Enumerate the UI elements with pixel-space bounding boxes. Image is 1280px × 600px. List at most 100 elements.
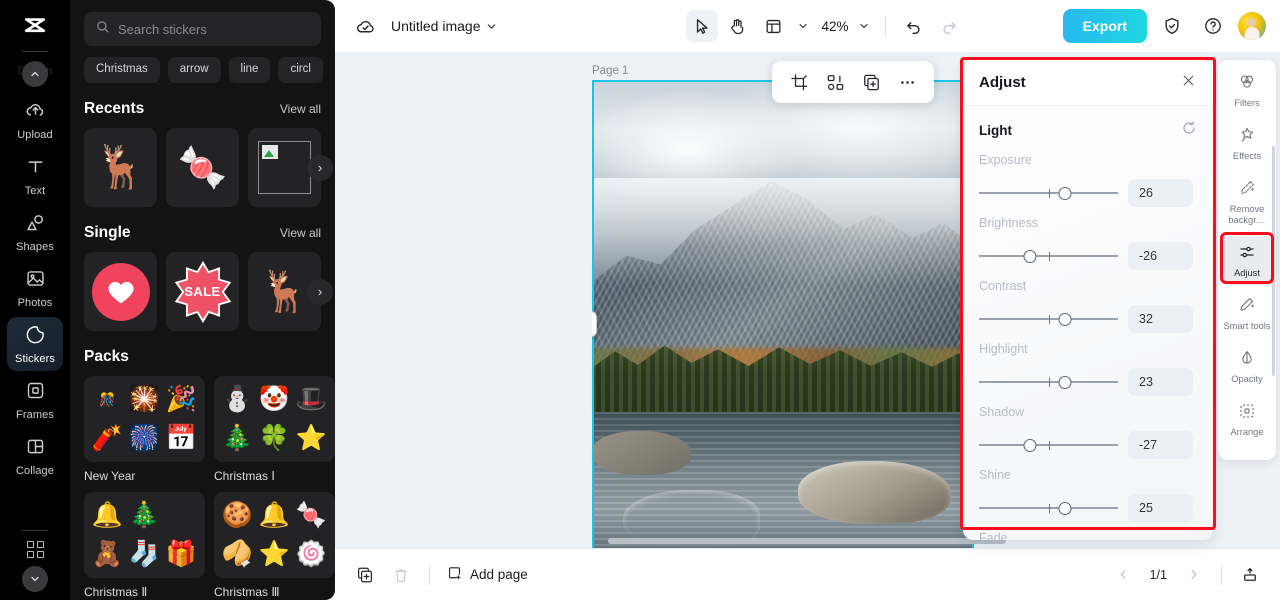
pack-item[interactable]: 🍪 🔔 🍬 🥠 ⭐ 🍥 Christmas Ⅲ [214,492,335,599]
chevron-up-icon[interactable] [22,61,48,87]
pack-thumbnail[interactable]: ⛄ 🤡 🎩 🎄 🍀 ⭐ [214,376,335,462]
ellipsis-icon[interactable] [892,67,922,97]
chevron-left-icon[interactable] [1108,559,1140,591]
chevron-down-icon[interactable] [22,566,48,592]
duplicate-page-icon[interactable] [349,559,381,591]
frames-icon [25,380,46,406]
pack-item[interactable]: 🔔 🎄 🧸 🧦 🎁 Christmas Ⅱ [84,492,205,599]
chevron-right-icon[interactable]: › [307,154,333,181]
artboard[interactable] [592,80,974,548]
slider-track-exposure[interactable] [979,185,1118,201]
zoom-level[interactable]: 42% [822,19,849,34]
slider-knob[interactable] [1058,501,1072,515]
sidebar-item-photos[interactable]: Photos [7,261,63,315]
tag-chip[interactable]: Christmas [84,57,160,83]
sticker-item[interactable]: 🦌 [84,128,157,207]
slider-knob[interactable] [1023,249,1037,263]
sticker-item-heart[interactable] [84,252,157,331]
cloud-saved-icon[interactable] [349,10,381,42]
tool-remove-background[interactable]: Remove backgr… [1220,172,1274,232]
tag-chips-row[interactable]: Christmas arrow line circl [84,57,335,83]
sidebar-item-upload[interactable]: Upload [7,93,63,147]
shield-check-icon[interactable] [1156,10,1188,42]
slider-value-brightness[interactable]: -26 [1128,242,1193,270]
question-circle-icon[interactable] [1197,10,1229,42]
pack-item[interactable]: ⛄ 🤡 🎩 🎄 🍀 ⭐ Christmas Ⅰ [214,376,335,483]
pack-thumbnail[interactable]: 🍪 🔔 🍬 🥠 ⭐ 🍥 [214,492,335,578]
search-box[interactable] [84,12,321,46]
trash-icon[interactable] [385,559,417,591]
tool-opacity[interactable]: Opacity [1220,342,1274,391]
slider-value-shadow[interactable]: -27 [1128,431,1193,459]
adjust-panel: Adjust Light Exposure 26 Brightness -26 … [963,60,1213,540]
crop-icon[interactable] [784,67,814,97]
arrange-icon [1238,402,1256,425]
slider-value-highlight[interactable]: 23 [1128,368,1193,396]
slider-knob[interactable] [1058,375,1072,389]
pack-thumbnail[interactable]: 🎊 🎇 🎉 🧨 🎆 📅 [84,376,205,462]
tool-adjust[interactable]: Adjust [1220,236,1274,285]
capcut-logo-icon[interactable] [18,10,52,44]
select-tool[interactable] [685,10,718,42]
tool-effects[interactable]: Effects [1220,119,1274,168]
document-title[interactable]: Untitled image [391,18,481,34]
tool-rail-scrollbar[interactable] [1272,146,1275,376]
layout-caret-icon[interactable] [794,10,812,42]
present-icon[interactable] [1234,559,1266,591]
sidebar-item-collage[interactable]: Collage [7,429,63,483]
tag-chip[interactable]: line [228,57,271,83]
add-page-button[interactable]: Add page [446,565,528,585]
slider-value-exposure[interactable]: 26 [1128,179,1193,207]
tool-arrange[interactable]: Arrange [1220,395,1274,444]
tool-smart-tools[interactable]: Smart tools [1220,289,1274,338]
mountain-lake-photo[interactable] [592,80,974,548]
tag-chip[interactable]: arrow [167,57,221,83]
pack-emoji: 🎆 [128,424,161,452]
view-all-link[interactable]: View all [280,226,321,240]
apps-grid-icon[interactable] [26,541,44,558]
horizontal-scrollbar-thumb[interactable] [608,538,1006,544]
tag-chip[interactable]: circl [278,57,323,83]
pack-item[interactable]: 🎊 🎇 🎉 🧨 🎆 📅 New Year [84,376,205,483]
sticker-item-sale[interactable]: SALE [166,252,239,331]
slider-track-shadow[interactable] [979,437,1118,453]
slider-knob[interactable] [1023,438,1037,452]
reset-circular-arrow-icon[interactable] [1181,120,1197,141]
hand-tool[interactable] [722,10,754,42]
pack-thumbnail[interactable]: 🔔 🎄 🧸 🧦 🎁 [84,492,205,578]
sidebar-item-text[interactable]: Text [7,149,63,203]
export-button[interactable]: Export [1062,9,1147,43]
slider-label-highlight: Highlight [979,342,1028,356]
slider-value-contrast[interactable]: 32 [1128,305,1193,333]
close-x-icon[interactable] [1180,72,1197,94]
slider-knob[interactable] [1058,186,1072,200]
view-all-link[interactable]: View all [280,102,321,116]
tool-filters[interactable]: Filters [1220,66,1274,115]
slider-track-shine[interactable] [979,500,1118,516]
chevron-right-icon[interactable]: › [307,278,333,305]
sidebar-item-stickers[interactable]: Stickers [7,317,63,371]
avatar[interactable] [1238,12,1266,40]
redo-arrow-icon[interactable] [934,10,966,42]
sidebar-item-frames[interactable]: Frames [7,373,63,427]
chevron-right-icon[interactable] [1177,559,1209,591]
search-input[interactable] [118,21,310,37]
sidebar-item-design[interactable]: Design [7,58,63,87]
slider-track-contrast[interactable] [979,311,1118,327]
slider-track-highlight[interactable] [979,374,1118,390]
sidebar-item-shapes[interactable]: Shapes [7,205,63,259]
slider-value-shine[interactable]: 25 [1128,494,1193,522]
chevron-down-icon[interactable] [481,10,503,42]
slider-track-brightness[interactable] [979,248,1118,264]
resize-handle-left[interactable] [592,311,597,337]
cutout-icon[interactable] [820,67,850,97]
slider-knob[interactable] [1058,312,1072,326]
pack-emoji: 🧦 [128,540,161,568]
slider-label-shadow: Shadow [979,405,1025,419]
layout-tool[interactable] [758,10,790,42]
zoom-caret-icon[interactable] [855,10,873,42]
undo-arrow-icon[interactable] [898,10,930,42]
sidebar-item-label: Frames [16,409,54,421]
duplicate-icon[interactable] [856,67,886,97]
sticker-item[interactable]: 🍬 [166,128,239,207]
